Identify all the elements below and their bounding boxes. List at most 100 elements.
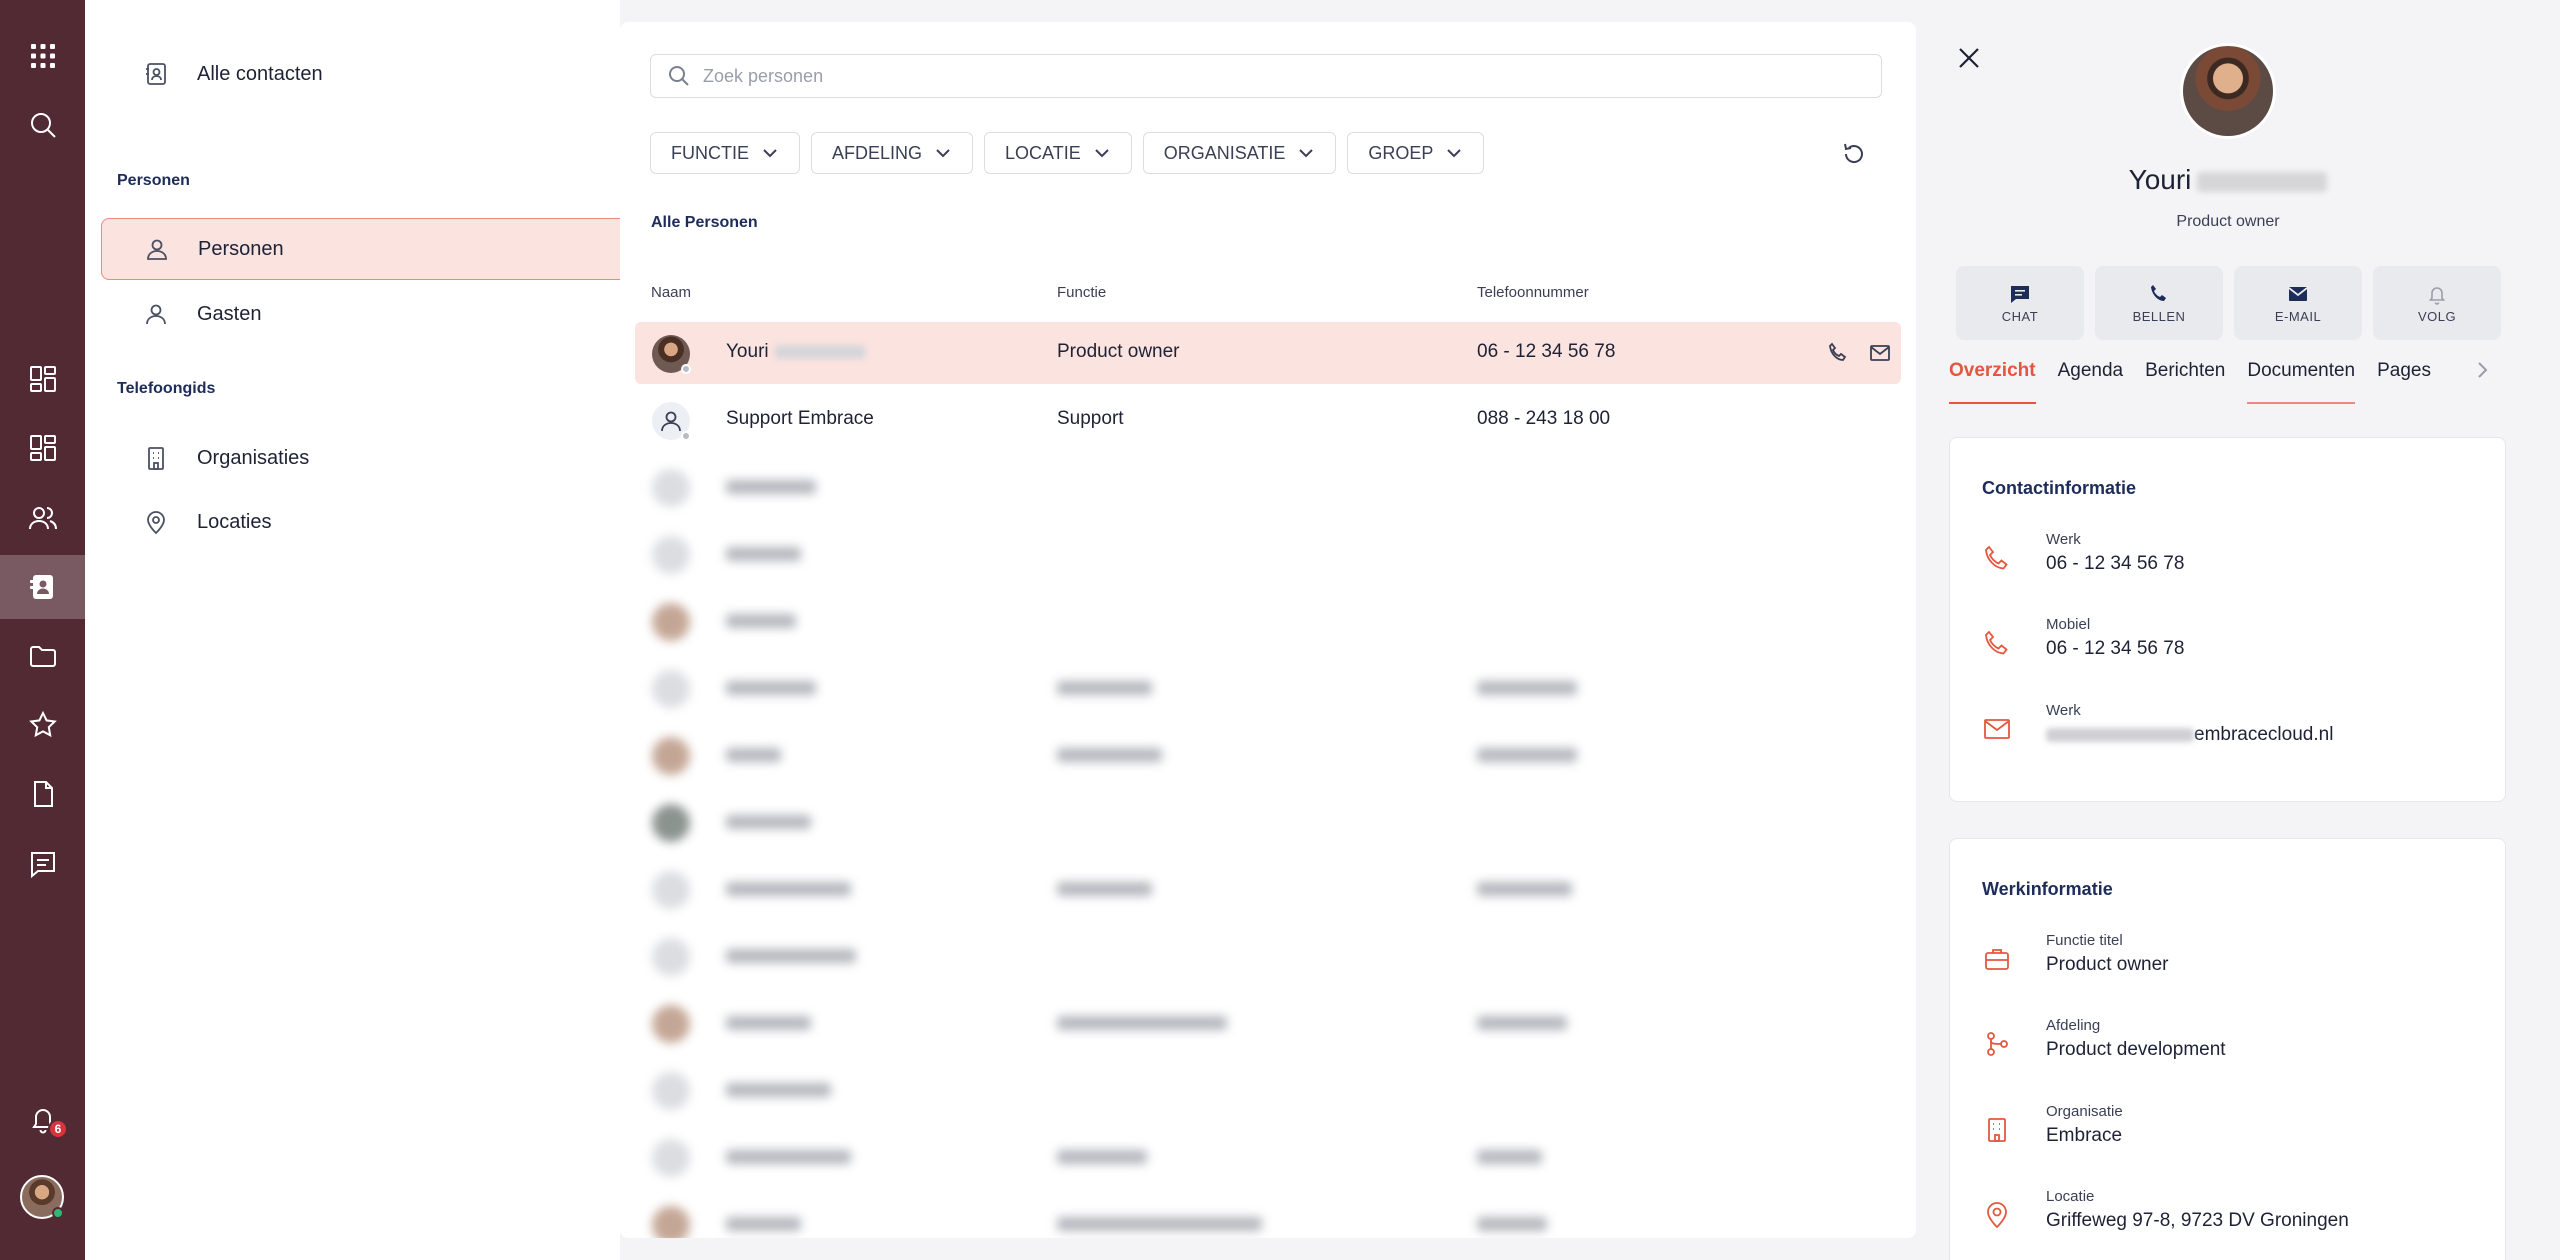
profile-name: Youri (2000, 164, 2456, 196)
contact-mobile-phone[interactable]: Mobiel 06 - 12 34 56 78 (1982, 616, 2482, 676)
notification-badge: 6 (48, 1119, 68, 1139)
tab-agenda[interactable]: Agenda (2058, 358, 2124, 404)
nav-guests[interactable]: Gasten 2 (101, 283, 688, 345)
search-box[interactable] (650, 54, 1882, 98)
nav-organisations-label: Organisaties (197, 446, 310, 469)
nav-all-contacts-label: Alle contacten (197, 62, 323, 85)
close-icon (1959, 48, 1979, 68)
row-name: Youri (726, 341, 865, 363)
search-input[interactable] (703, 65, 1881, 87)
redacted-text (726, 681, 816, 695)
user-avatar[interactable] (20, 1175, 64, 1219)
contact-email-value: embracecloud.nl (2046, 724, 2333, 746)
messages-icon[interactable] (0, 832, 85, 896)
notifications-bell-icon[interactable]: 6 (0, 1087, 85, 1151)
redacted-row (635, 523, 1901, 585)
person-icon (661, 411, 681, 432)
widgets-icon[interactable] (0, 416, 85, 480)
redacted-email-user (2046, 727, 2194, 742)
filter-organisatie[interactable]: ORGANISATIE (1142, 132, 1337, 174)
people-icon[interactable] (0, 486, 85, 550)
section-phonebook-heading: Telefoongids (117, 380, 216, 397)
table-row-youri[interactable]: Youri Product owner 06 - 12 34 56 78 (635, 322, 1901, 384)
nav-all-contacts[interactable]: Alle contacten (101, 43, 688, 105)
work-organisation-label: Organisatie (2046, 1103, 2123, 1120)
email-action-button[interactable]: E-MAIL (2234, 266, 2362, 340)
status-dot (681, 364, 691, 374)
row-call-button[interactable] (1827, 342, 1849, 364)
filter-functie[interactable]: FUNCTIE (650, 132, 800, 174)
row-email-button[interactable] (1869, 342, 1891, 364)
reset-filters-button[interactable] (1840, 140, 1870, 170)
contact-work-phone-label: Werk (2046, 531, 2081, 548)
work-location-value: Griffeweg 97-8, 9723 DV Groningen (2046, 1210, 2349, 1231)
redacted-text (726, 1016, 811, 1030)
folder-icon[interactable] (0, 624, 85, 688)
redacted-avatar (652, 469, 690, 507)
tabs-scroll-right-button[interactable] (2470, 358, 2496, 384)
filter-groep-label: GROEP (1368, 142, 1434, 163)
column-header-name: Naam (651, 284, 692, 301)
contact-work-email[interactable]: Werk embracecloud.nl (1982, 702, 2482, 762)
contacts-icon[interactable] (0, 555, 85, 619)
nav-organisations[interactable]: Organisaties 1 (101, 427, 688, 489)
chevron-down-icon (936, 149, 950, 158)
profile-role: Product owner (2176, 213, 2280, 230)
redacted-text (1477, 1016, 1567, 1030)
redacted-text (726, 1083, 831, 1097)
follow-action-button[interactable]: VOLG (2373, 266, 2501, 340)
chevron-down-icon (763, 149, 777, 158)
filter-organisatie-label: ORGANISATIE (1163, 142, 1286, 163)
contact-mobile-value: 06 - 12 34 56 78 (2046, 638, 2185, 659)
profile-first-name: Youri (2128, 164, 2192, 195)
redacted-avatar (652, 1072, 690, 1110)
contact-work-phone-value: 06 - 12 34 56 78 (2046, 553, 2185, 574)
contact-work-phone[interactable]: Werk 06 - 12 34 56 78 (1982, 531, 2482, 591)
department-branch-icon (1987, 1032, 2008, 1056)
document-icon[interactable] (0, 762, 85, 826)
email-action-label: E-MAIL (2274, 308, 2322, 324)
dashboard-icon[interactable] (0, 347, 85, 411)
chevron-down-icon (1095, 149, 1109, 158)
tab-pages[interactable]: Pages (2377, 358, 2431, 404)
redacted-row (635, 1059, 1901, 1121)
redacted-surname (774, 344, 865, 359)
redacted-text (726, 1150, 851, 1164)
tab-berichten[interactable]: Berichten (2145, 358, 2225, 404)
redacted-avatar (652, 1005, 690, 1043)
list-title: Alle Personen (651, 214, 758, 231)
work-location[interactable]: Locatie Griffeweg 97-8, 9723 DV Groninge… (1982, 1188, 2482, 1248)
follow-action-label: VOLG (2417, 308, 2457, 324)
nav-persons[interactable]: Personen 20 (101, 218, 688, 280)
profile-tabs: Overzicht Agenda Berichten Documenten Pa… (1949, 358, 2453, 404)
work-organisation-value: Embrace (2046, 1125, 2123, 1146)
nav-persons-label: Personen (198, 237, 284, 260)
apps-grid-icon[interactable] (0, 24, 85, 88)
filter-locatie[interactable]: LOCATIE (984, 132, 1132, 174)
tab-overzicht[interactable]: Overzicht (1949, 358, 2036, 404)
contacts-nav: Alle contacten Personen Personen 20 Gast… (85, 0, 688, 1260)
work-department-label: Afdeling (2046, 1017, 2101, 1034)
filter-groep[interactable]: GROEP (1347, 132, 1485, 174)
star-icon[interactable] (0, 693, 85, 757)
redacted-text (726, 547, 801, 561)
guest-icon (146, 304, 166, 325)
nav-locations[interactable]: Locaties 3 (101, 491, 688, 553)
call-action-button[interactable]: BELLEN (2095, 266, 2223, 340)
redacted-text (1057, 748, 1162, 762)
nav-locations-label: Locaties (197, 510, 272, 533)
briefcase-icon (1985, 949, 2009, 970)
work-organisation[interactable]: Organisatie Embrace (1982, 1103, 2482, 1163)
chat-action-button[interactable]: CHAT (1956, 266, 2084, 340)
row-phone: 06 - 12 34 56 78 (1477, 341, 1616, 362)
row-avatar (652, 402, 691, 441)
redacted-text (1477, 748, 1577, 762)
bell-icon (2428, 286, 2446, 305)
filter-afdeling[interactable]: AFDELING (811, 132, 974, 174)
close-panel-button[interactable] (1955, 44, 1985, 74)
work-info-title: Werkinformatie (1982, 879, 2113, 899)
table-row-support[interactable]: Support Embrace Support 088 - 243 18 00 (635, 389, 1901, 451)
redacted-row (635, 456, 1901, 518)
search-icon[interactable] (0, 93, 85, 157)
tab-documenten[interactable]: Documenten (2247, 358, 2356, 404)
